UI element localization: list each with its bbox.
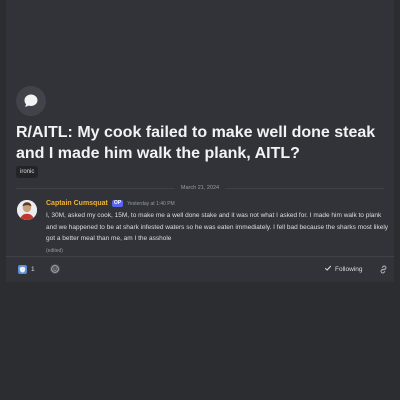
message-text: I, 30M, asked my cook, 15M, to make me a… bbox=[46, 212, 389, 242]
chat-bubble-icon bbox=[16, 86, 46, 116]
reaction-count: 1 bbox=[31, 265, 35, 273]
avatar[interactable] bbox=[17, 200, 37, 220]
date-divider-label: March 21, 2024 bbox=[174, 184, 226, 193]
thread-tag[interactable]: ironic bbox=[16, 166, 39, 178]
message-timestamp: Yesterday at 1:40 PM bbox=[127, 200, 175, 207]
message-body: I, 30M, asked my cook, 15M, to make me a… bbox=[46, 210, 392, 257]
add-reaction-icon[interactable] bbox=[50, 264, 60, 274]
check-icon bbox=[324, 264, 332, 274]
footer-separator bbox=[6, 256, 394, 257]
emoji-reaction-icon bbox=[18, 264, 27, 274]
link-icon[interactable] bbox=[378, 264, 388, 274]
op-badge: OP bbox=[111, 200, 124, 207]
reaction-button[interactable]: 1 bbox=[18, 264, 35, 274]
app-frame: R/AITL: My cook failed to make well done… bbox=[0, 0, 400, 400]
bottom-area bbox=[0, 282, 400, 400]
thread-panel: R/AITL: My cook failed to make well done… bbox=[6, 0, 394, 282]
edited-label: (edited) bbox=[46, 247, 63, 254]
following-label: Following bbox=[335, 265, 363, 273]
thread-title: R/AITL: My cook failed to make well done… bbox=[16, 124, 376, 162]
message-header: Captain Cumsquat OP Yesterday at 1:40 PM bbox=[46, 199, 175, 208]
following-button[interactable]: Following bbox=[324, 264, 362, 274]
author-name[interactable]: Captain Cumsquat bbox=[46, 200, 108, 207]
